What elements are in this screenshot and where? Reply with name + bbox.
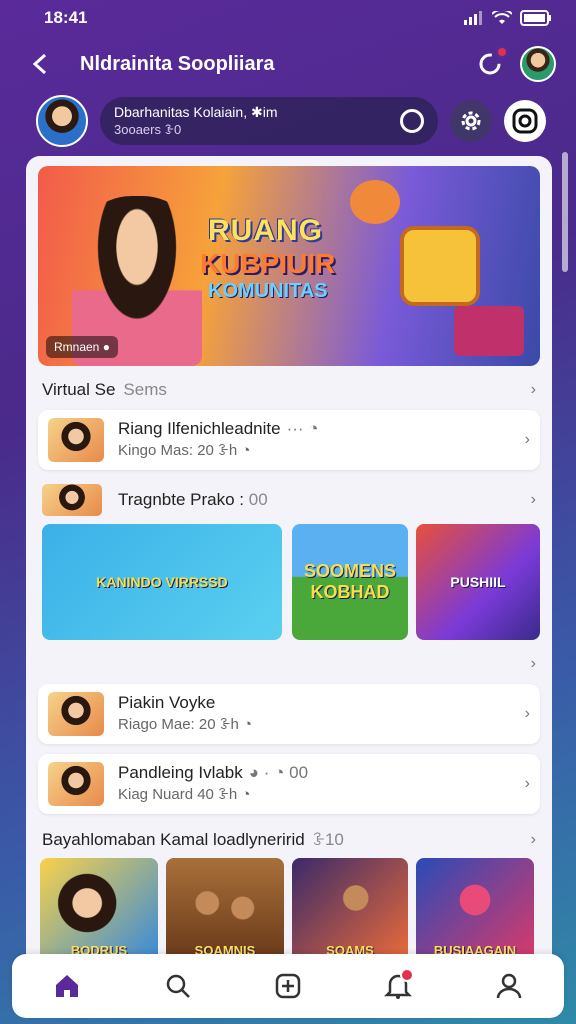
hero-title-line3: KOMUNITAS [208,280,328,302]
game-thumbnail-label: PUSHIIL [450,574,506,590]
section-harkagiall-header[interactable]: › [42,652,536,676]
chevron-right-icon: › [524,775,530,792]
back-button[interactable] [20,44,60,84]
chevron-right-icon: › [524,431,530,448]
profile-pill[interactable]: Dbarhanitas Kolaiain, ✱im 3ooaers ꗿ0 [100,97,438,145]
status-bar: 18:41 [0,0,576,36]
section-bayah-header[interactable]: Bayahlomaban Kamal loadlyneririd ꗿ10 › [42,828,536,852]
section-virtual-label: Virtual Se [42,380,116,399]
signal-icon [464,11,482,25]
wifi-icon [492,11,512,24]
video-thumbnail[interactable]: BODRUS [40,858,158,958]
tab-create[interactable] [264,962,312,1010]
status-icons [464,10,552,26]
tab-profile[interactable] [485,962,533,1010]
list-item-title: Pandleing Ivlabk [118,763,243,782]
list-thumbnail [48,692,104,736]
game-thumbnail[interactable]: SOOMENS KOBHAD [292,524,408,640]
list-item[interactable]: Pandleing Ivlabk ◕ · ◔ 00 Kiag Nuard 40 ꗿ… [38,754,540,814]
profile-subtitle: 3ooaers ꗿ0 [114,122,182,137]
profile-avatar[interactable] [36,95,88,147]
tab-search[interactable] [154,962,202,1010]
hero-tag: Rmnaen ● [46,336,118,358]
section-bayah-label: Bayahlomaban Kamal loadlyneririd [42,830,305,849]
chevron-left-icon [32,53,47,75]
avatar[interactable] [520,46,556,82]
section-bayah-muted: ꗿ10 [312,830,344,849]
hero-robot [400,226,480,306]
section-trending-label: Tragnbte Prako : [118,490,244,509]
game-thumbnail[interactable]: PUSHIIL [416,524,540,640]
user-icon [496,973,521,999]
search-icon [166,974,190,998]
chevron-right-icon: › [530,381,536,398]
profile-row: Dbarhanitas Kolaiain, ✱im 3ooaers ꗿ0 [36,94,546,148]
hero-title-line1: RUANG [208,214,323,247]
notifications-button[interactable] [472,46,508,82]
section-virtual-muted: Sems [123,380,167,399]
list-item-extra: ◕ · ◔ 00 [248,763,309,782]
sync-icon[interactable] [400,109,424,133]
settings-button[interactable] [450,100,492,142]
notification-badge [496,46,508,58]
list-item-extra: ··· ◔ [286,419,319,438]
section-trending-header[interactable]: Tragnbte Prako : 00 › [42,482,536,518]
main-panel: RUANG KUBPIUIR KOMUNITAS Rmnaen ● Virtua… [26,156,552,976]
list-thumbnail [48,418,104,462]
trending-thumbnail [42,484,102,516]
list-item[interactable]: Riang Ilfenichleadnite ··· ◔ Kingo Mas: 2… [38,410,540,470]
game-thumbnail-label: SOOMENS KOBHAD [303,561,396,602]
list-item-title: Piakin Voyke [118,693,216,712]
camera-icon [512,108,538,134]
page-title: Nldrainita Soopliiara [80,52,275,75]
game-thumbnail[interactable]: KANINDO VIRRSSD [42,524,282,640]
home-icon [56,975,79,997]
bottom-tab-bar [12,954,564,1018]
chevron-right-icon: › [530,491,536,508]
header: Nldrainita Soopliiara [0,36,576,92]
list-item-sub: Riago Mae: 20 ꗿh ◔ [118,716,253,733]
hero-banner[interactable]: RUANG KUBPIUIR KOMUNITAS Rmnaen ● [38,166,540,366]
hero-box [454,306,524,356]
list-item-title: Riang Ilfenichleadnite [118,419,281,438]
tab-home[interactable] [43,962,91,1010]
chevron-right-icon: › [530,831,536,848]
profile-name: Dbarhanitas Kolaiain, ✱im [114,104,278,120]
scrollbar[interactable] [562,152,568,272]
camera-button[interactable] [504,100,546,142]
list-item[interactable]: Piakin Voyke Riago Mae: 20 ꗿh ◔ › [38,684,540,744]
gear-icon [461,111,481,131]
chevron-right-icon: › [530,655,536,672]
list-thumbnail [48,762,104,806]
hero-title-line2: KUBPIUIR [200,248,336,279]
chevron-right-icon: › [524,705,530,722]
hero-mascot [350,180,400,224]
plus-square-icon [275,973,301,999]
status-time: 18:41 [44,8,88,27]
video-thumbnail[interactable]: SOAMS [292,858,408,958]
video-thumbnail[interactable]: BUSIAAGAIN [416,858,534,958]
video-thumbnail[interactable]: SOAMNIS [166,858,284,958]
list-item-sub: Kiag Nuard 40 ꗿh ◔ [118,786,251,803]
section-virtual-header[interactable]: Virtual Se Sems › [42,378,536,402]
list-item-sub: Kingo Mas: 20 ꗿh ◔ [118,442,251,459]
section-trending-muted: 00 [248,490,268,509]
game-thumbnail-label: KANINDO VIRRSSD [96,574,228,590]
tab-notifications[interactable] [374,962,422,1010]
battery-icon [520,10,551,26]
